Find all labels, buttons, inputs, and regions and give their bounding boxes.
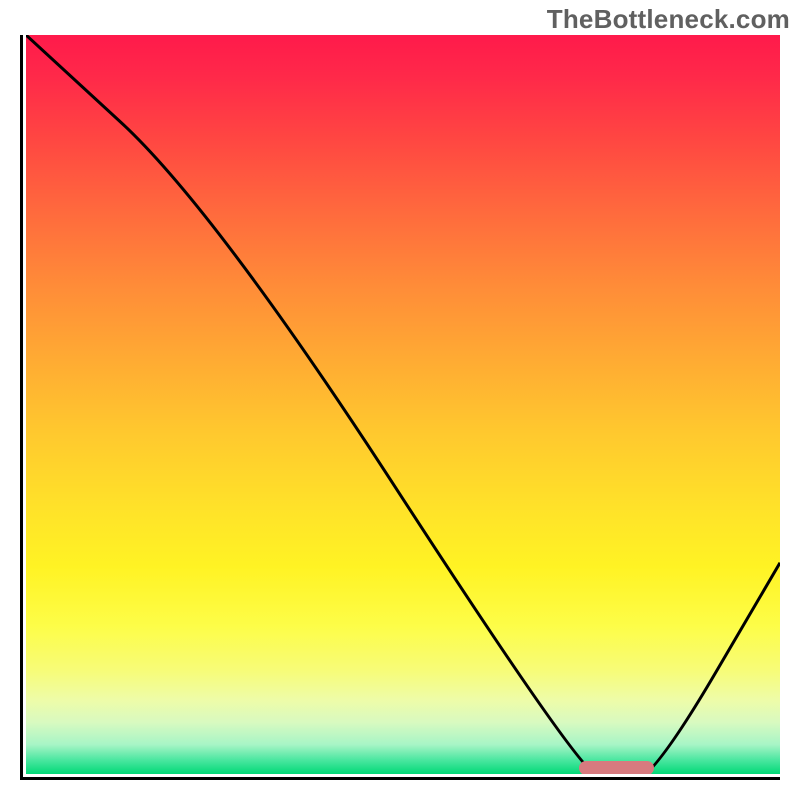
watermark-text: TheBottleneck.com — [547, 4, 790, 35]
chart-frame: TheBottleneck.com — [0, 0, 800, 800]
plot-area — [20, 35, 780, 780]
plot-inner — [26, 35, 780, 774]
bottleneck-curve — [26, 35, 780, 774]
optimal-range-marker — [579, 761, 655, 774]
curve-path — [26, 35, 780, 774]
